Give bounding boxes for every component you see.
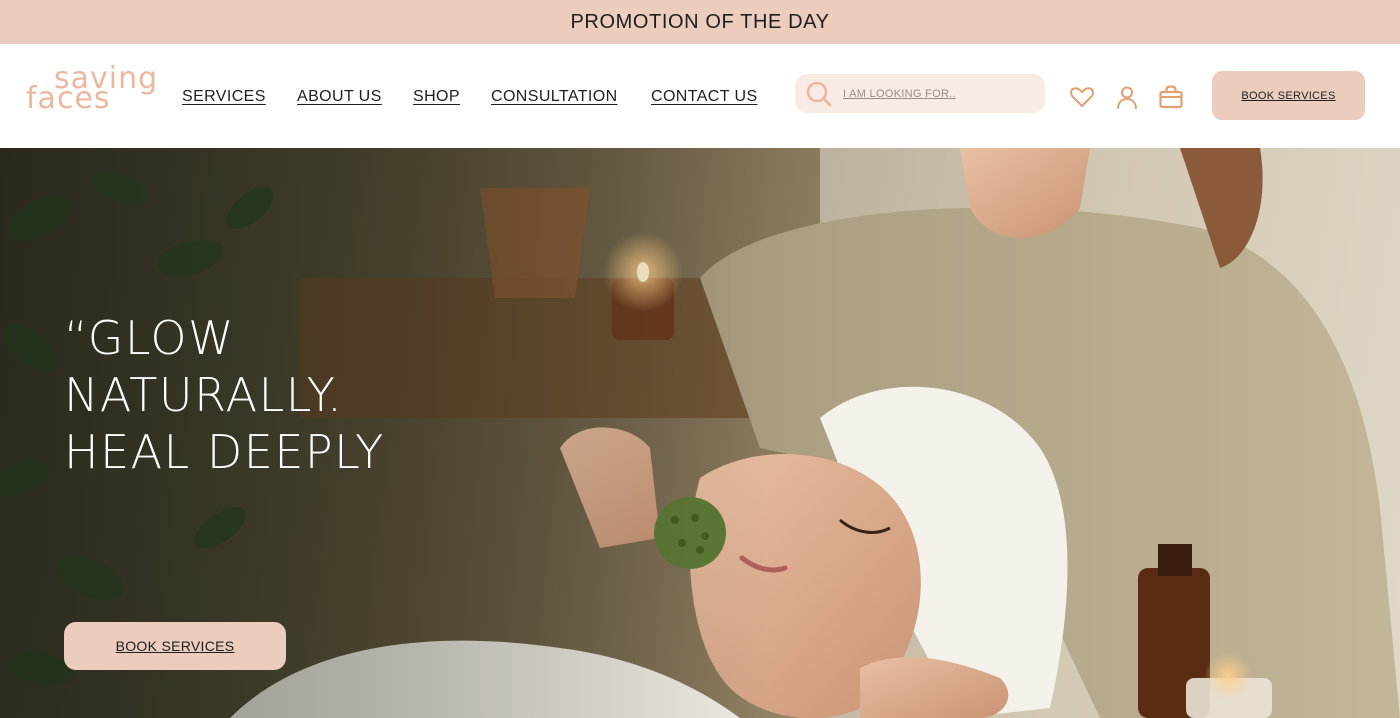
site-header: saving faces SERVICES ABOUT US SHOP CONS… — [0, 44, 1400, 148]
shopping-bag-icon[interactable] — [1158, 84, 1184, 110]
promo-bar: PROMOTION OF THE DAY — [0, 0, 1400, 44]
hero-headline: “GLOW NATURALLY. HEAL DEEPLY — [64, 310, 385, 481]
hero-section: “GLOW NATURALLY. HEAL DEEPLY BOOK SERVIC… — [0, 148, 1400, 718]
search-bar[interactable] — [795, 74, 1045, 113]
hero-headline-line-1: “GLOW — [64, 311, 236, 365]
nav-services[interactable]: SERVICES — [182, 88, 266, 106]
nav-consultation[interactable]: CONSULTATION — [491, 88, 618, 106]
hero-headline-line-3: HEAL DEEPLY — [64, 425, 385, 479]
user-icon[interactable] — [1114, 84, 1140, 110]
heart-icon[interactable] — [1069, 84, 1095, 110]
logo[interactable]: saving faces — [26, 64, 157, 124]
search-icon[interactable] — [805, 80, 833, 108]
nav-contact-us[interactable]: CONTACT US — [651, 88, 758, 106]
hero-book-services-button[interactable]: BOOK SERVICES — [64, 622, 286, 670]
hero-headline-line-2: NATURALLY. — [64, 368, 344, 422]
nav-shop[interactable]: SHOP — [413, 88, 460, 106]
promo-text: PROMOTION OF THE DAY — [570, 10, 830, 33]
search-input[interactable] — [843, 74, 1033, 113]
book-services-button[interactable]: BOOK SERVICES — [1212, 71, 1365, 120]
nav-about-us[interactable]: ABOUT US — [297, 88, 382, 106]
